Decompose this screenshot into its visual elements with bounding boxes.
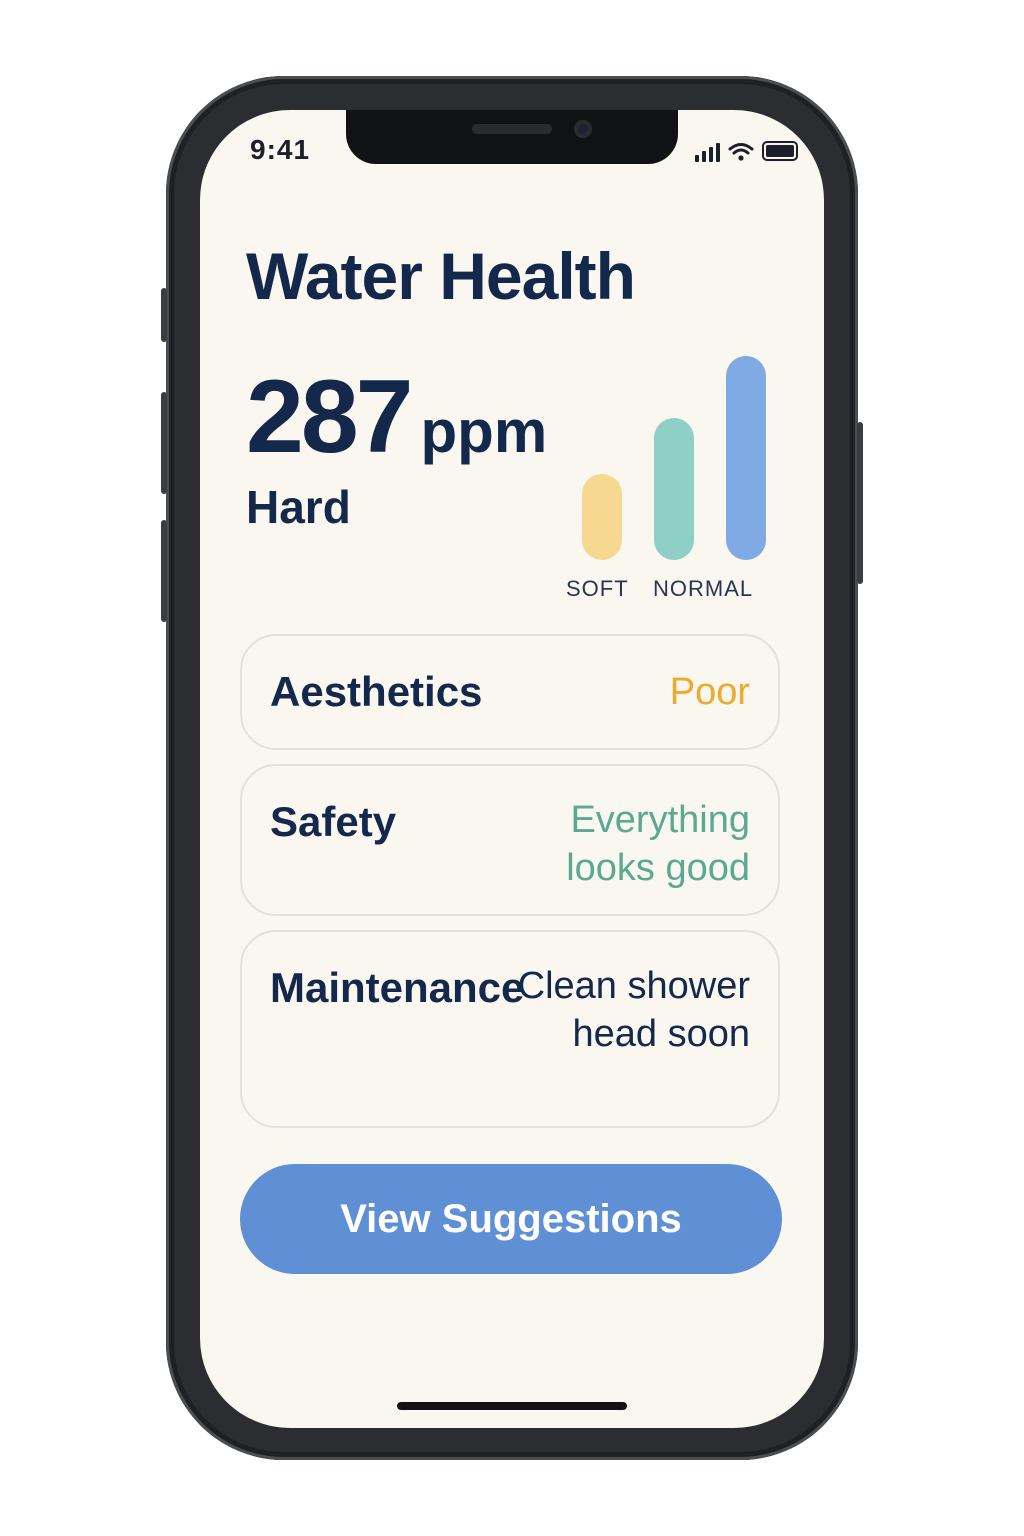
notch [346,110,678,164]
card-label: Safety [270,798,397,845]
status-time: 9:41 [250,134,311,165]
card-label: Aesthetics [270,668,483,715]
card-value: Clean shower head soon [517,965,750,1055]
card-label: Maintenance [270,964,525,1011]
scale-label-normal: NORMAL [653,576,754,601]
wifi-icon [728,143,754,161]
scale-bar-normal [654,418,694,560]
power-button [857,422,863,584]
status-icons [695,138,798,162]
scale-bar-hard [726,356,766,560]
screen: 9:41 Water Health 287 ppm Hard SOFT NORM… [200,110,824,1428]
home-indicator [397,1402,627,1410]
volume-up-button [161,392,167,494]
hardness-reading: 287 ppm [246,358,547,477]
mute-switch [161,288,167,342]
card-safety[interactable]: Safety Everything looks good [240,764,780,916]
hardness-unit: ppm [420,398,548,465]
card-maintenance[interactable]: Maintenance Clean shower head soon [240,930,780,1128]
battery-icon [762,141,798,161]
card-value: Poor [669,671,750,713]
card-aesthetics[interactable]: Aesthetics Poor [240,634,780,750]
speaker-grille [472,124,552,134]
hardness-value: 287 [246,359,414,475]
scale-bar-soft [582,474,622,560]
hardness-scale [560,340,780,610]
scale-label-soft: SOFT [566,576,629,601]
page-title: Water Health [246,239,636,313]
hardness-category: Hard [246,481,351,533]
view-suggestions-button[interactable]: View Suggestions [240,1164,782,1274]
front-camera [574,120,592,138]
card-value: Everything looks good [566,799,750,889]
volume-down-button [161,520,167,622]
cellular-signal-icon [695,142,720,162]
